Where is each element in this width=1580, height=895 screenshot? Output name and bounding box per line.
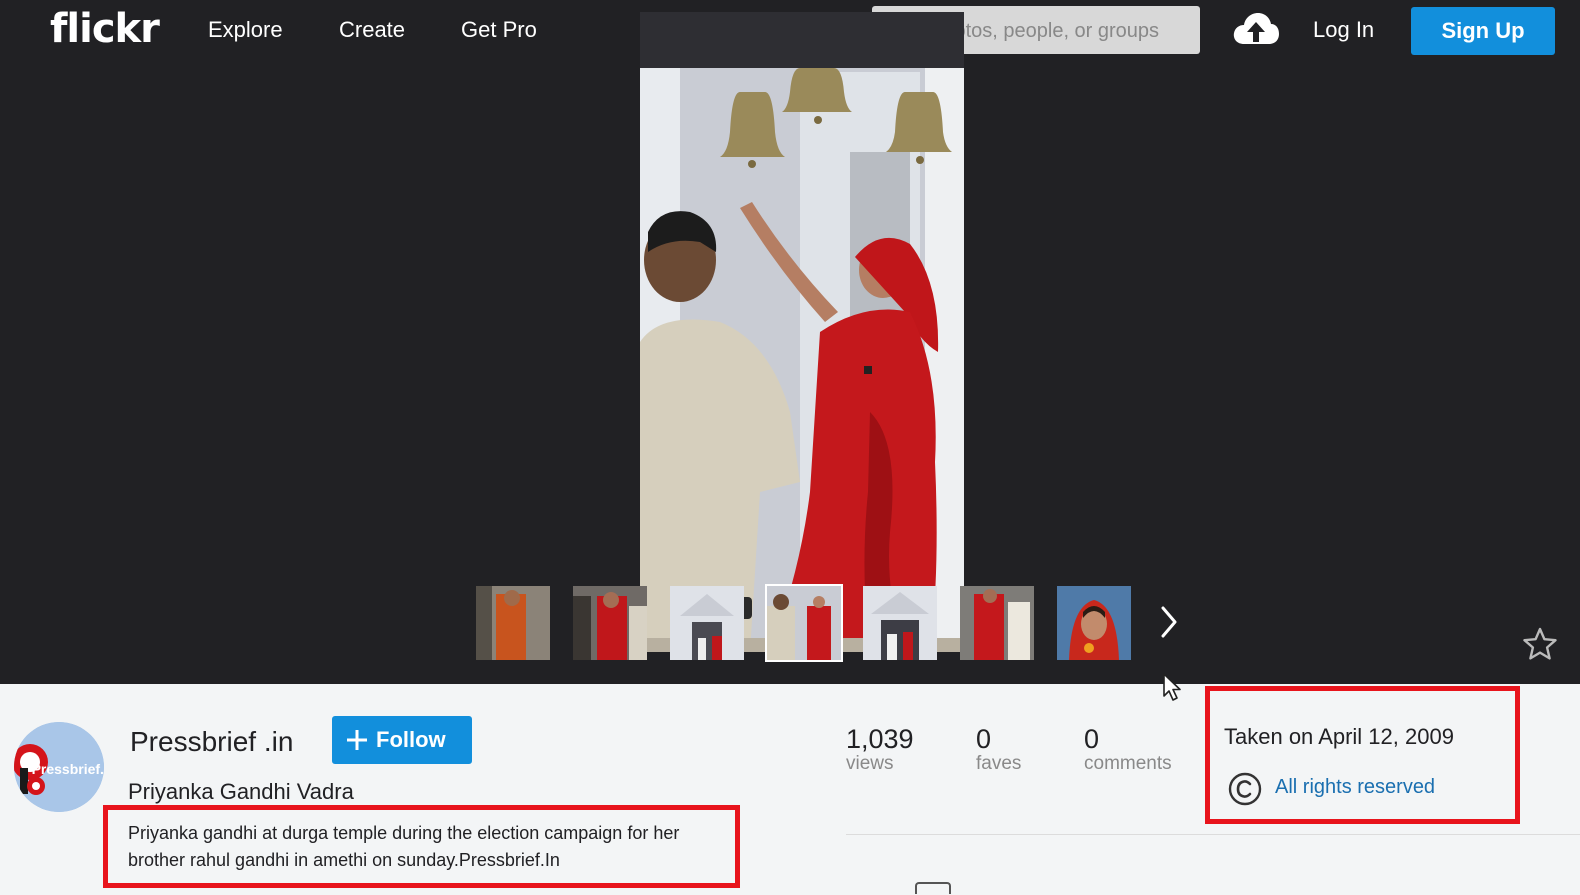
owner-avatar[interactable]: Pressbrief.In <box>14 722 104 812</box>
comments-label: comments <box>1084 753 1172 774</box>
divider <box>846 834 1580 835</box>
description-highlight-box <box>103 805 740 888</box>
photo-viewer <box>0 12 1580 684</box>
stat-views: 1,039 views <box>846 724 914 775</box>
search-input[interactable] <box>928 12 1192 50</box>
views-label: views <box>846 753 894 774</box>
thumbnail-active[interactable] <box>765 584 843 662</box>
stat-comments: 0 comments <box>1084 724 1172 775</box>
follow-label: Follow <box>376 727 446 752</box>
avatar-wordmark: Pressbrief.In <box>32 761 104 777</box>
comment-icon[interactable] <box>915 882 951 894</box>
signup-button[interactable]: Sign Up <box>1411 7 1555 55</box>
flickr-logo[interactable]: flickr <box>50 6 160 52</box>
mouse-cursor-icon <box>1163 673 1181 701</box>
thumbnail[interactable] <box>960 586 1034 660</box>
date-license-highlight-box <box>1205 686 1520 824</box>
stat-faves: 0 faves <box>976 724 1021 775</box>
star-icon[interactable] <box>1522 626 1558 662</box>
owner-name[interactable]: Pressbrief .in <box>130 726 293 758</box>
photo-title: Priyanka Gandhi Vadra <box>128 779 354 804</box>
nav-get-pro[interactable]: Get Pro <box>461 17 537 43</box>
upload-cloud-icon[interactable] <box>1232 10 1280 48</box>
thumbnail[interactable] <box>476 586 550 660</box>
main-photo[interactable] <box>640 12 964 652</box>
nav-explore[interactable]: Explore <box>208 17 283 43</box>
chevron-right-icon[interactable] <box>1158 605 1180 639</box>
faves-label: faves <box>976 753 1022 774</box>
thumbnail[interactable] <box>670 586 744 660</box>
follow-button[interactable]: Follow <box>332 716 472 764</box>
thumbnail[interactable] <box>863 586 937 660</box>
comments-count: 0 <box>1084 724 1100 754</box>
photostream-thumbnails <box>0 584 1580 662</box>
faves-count: 0 <box>976 724 992 754</box>
plus-icon <box>347 730 367 750</box>
login-link[interactable]: Log In <box>1313 17 1374 43</box>
thumbnail[interactable] <box>573 586 647 660</box>
nav-create[interactable]: Create <box>339 17 405 43</box>
views-count: 1,039 <box>846 724 914 754</box>
thumbnail[interactable] <box>1057 586 1131 660</box>
